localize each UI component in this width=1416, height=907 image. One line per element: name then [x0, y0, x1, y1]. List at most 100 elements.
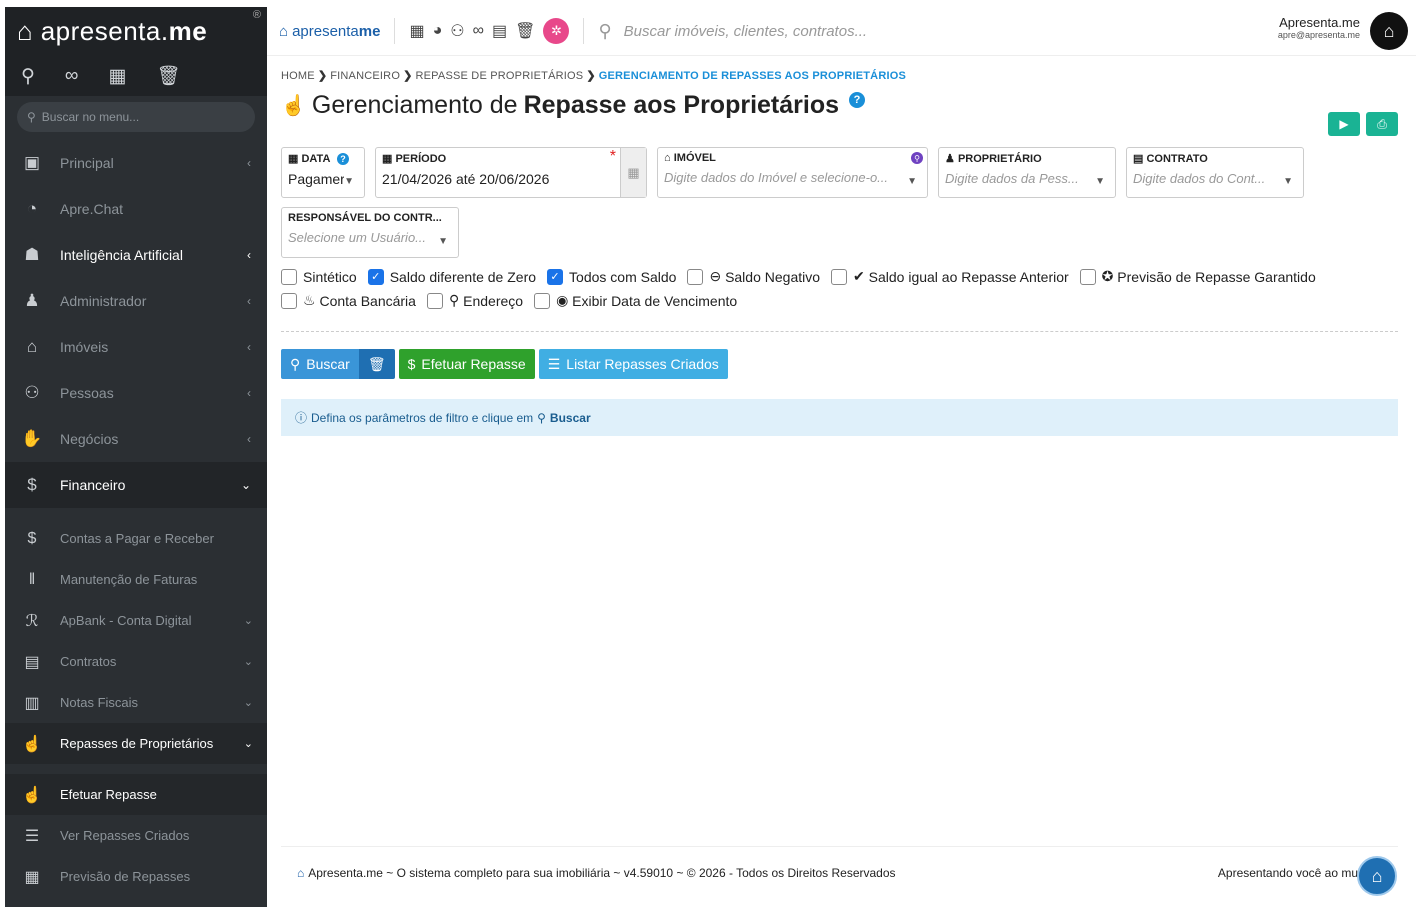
- sidebar-subitem-faturas[interactable]: ‖ Manutenção de Faturas: [5, 559, 267, 600]
- caret-down-icon: ▼: [438, 236, 448, 247]
- buscar-label: Buscar: [306, 356, 350, 372]
- sidebar-item-ia[interactable]: ☗ Inteligência Artificial ‹: [5, 232, 267, 278]
- data-label: DATA: [301, 153, 330, 165]
- info-buscar-link[interactable]: Buscar: [550, 411, 591, 425]
- calendar-icon[interactable]: ▦: [620, 148, 646, 197]
- trash-icon[interactable]: 🗑: [515, 21, 535, 41]
- user-icon: ♟: [945, 153, 955, 165]
- breadcrumb-financeiro[interactable]: FINANCEIRO: [330, 70, 400, 82]
- contract-icon: ▤: [1133, 153, 1144, 165]
- sidebar-item-label: Apre.Chat: [60, 201, 124, 217]
- checkbox-box[interactable]: [687, 268, 704, 285]
- page-actions: ▶ ⎙: [1328, 112, 1398, 136]
- check-icon[interactable]: ✓: [547, 268, 564, 285]
- calendar-icon[interactable]: ▤: [492, 21, 507, 41]
- sidebar-subitem-efetuar-repasse[interactable]: ☝ Efetuar Repasse: [5, 774, 267, 815]
- help-icon[interactable]: ?: [849, 91, 866, 108]
- sidebar-subitem-previsao[interactable]: ▦ Previsão de Repasses: [5, 856, 267, 897]
- periodo-field[interactable]: ▦ PERÍODO * 21/04/2026 até 20/06/2026 ▦: [375, 147, 647, 198]
- user-info[interactable]: Apresenta.me apre@apresenta.me: [1278, 15, 1360, 40]
- topbar-logo[interactable]: ⌂ apresentame: [279, 23, 380, 40]
- contract-icon: ▤: [24, 653, 40, 671]
- breadcrumb-repasse[interactable]: REPASSE DE PROPRIETÁRIOS: [416, 70, 584, 82]
- breadcrumb-home[interactable]: HOME: [281, 70, 315, 82]
- grid-icon[interactable]: ▦: [409, 21, 424, 41]
- menu-search-input[interactable]: ⚲ Buscar no menu...: [17, 102, 255, 132]
- sidebar-subitem-apbank[interactable]: ℛ ApBank - Conta Digital ⌄: [5, 600, 267, 641]
- saldo-diferente-zero-checkbox[interactable]: ✓ Saldo diferente de Zero: [367, 268, 536, 285]
- info-alert: ⓘ Defina os parâmetros de filtro e cliqu…: [281, 399, 1398, 436]
- saldo-igual-anterior-checkbox[interactable]: ✔ Saldo igual ao Repasse Anterior: [831, 268, 1069, 285]
- hand-coin-icon: ☝: [281, 95, 306, 117]
- sidebar-subitem-label: Previsão de Repasses: [60, 869, 191, 884]
- search-icon[interactable]: ⚲: [21, 65, 35, 88]
- chat-icon[interactable]: ◕: [433, 22, 443, 40]
- proprietario-field[interactable]: ♟ PROPRIETÁRIO Digite dados da Pess... ▼: [938, 147, 1116, 198]
- listar-repasses-button[interactable]: ☰ Listar Repasses Criados: [538, 349, 728, 379]
- saldo-negativo-checkbox[interactable]: ⊖ Saldo Negativo: [687, 268, 820, 285]
- search-icon: ⚲: [290, 355, 301, 372]
- sidebar-subitem-repasses[interactable]: ☝ Repasses de Proprietários ⌄: [5, 723, 267, 764]
- chevron-down-icon: ⌄: [243, 615, 253, 627]
- periodo-label: PERÍODO: [395, 153, 447, 165]
- dollar-icon: $: [407, 356, 416, 372]
- checkbox-box[interactable]: [281, 292, 297, 309]
- endereco-checkbox[interactable]: ⚲ Endereço: [426, 292, 523, 309]
- help-icon[interactable]: ?: [337, 153, 350, 165]
- clear-button[interactable]: 🗑: [358, 349, 395, 379]
- previsao-garantido-checkbox[interactable]: ✪ Previsão de Repasse Garantido: [1079, 268, 1316, 285]
- sidebar-subitem-label: Notas Fiscais: [60, 695, 139, 710]
- checkbox-box[interactable]: [281, 268, 297, 285]
- sidebar-subitem-ver-repasses[interactable]: ☰ Ver Repasses Criados: [5, 815, 267, 856]
- responsavel-label: RESPONSÁVEL DO CONTR...: [288, 212, 442, 224]
- sidebar-subitem-contas[interactable]: $ Contas a Pagar e Receber: [5, 518, 267, 559]
- home-logo-icon: ⌂: [279, 22, 289, 40]
- filter-row-1: ▦ DATA ? Pagamer ▼ ▦ PERÍODO * 21/04/202…: [281, 147, 1304, 198]
- info-text: Defina os parâmetros de filtro e clique …: [311, 410, 534, 425]
- sidebar-logo[interactable]: ⌂ apresenta.me ®: [5, 7, 267, 56]
- calendar-icon[interactable]: ▦: [108, 65, 126, 88]
- search-icon[interactable]: ⚲: [911, 152, 923, 164]
- checkbox-box[interactable]: [534, 292, 551, 309]
- checkbox-box[interactable]: [1079, 268, 1096, 285]
- link-icon[interactable]: ∞: [473, 22, 484, 40]
- action-buttons: ⚲ Buscar 🗑 $ Efetuar Repasse ☰ Listar Repas…: [281, 349, 728, 379]
- check-icon[interactable]: ✓: [367, 268, 384, 285]
- efetuar-repasse-button[interactable]: $ Efetuar Repasse: [398, 349, 535, 379]
- sidebar-item-aprechat[interactable]: ◔ Apre.Chat: [5, 186, 267, 232]
- sidebar-item-label: Imóveis: [60, 339, 109, 355]
- buscar-button[interactable]: ⚲ Buscar: [281, 349, 359, 379]
- imovel-field[interactable]: ⌂ IMÓVEL ⚲ Digite dados do Imóvel e sele…: [657, 147, 928, 198]
- sidebar-item-administrador[interactable]: ♟ Administrador ‹: [5, 278, 267, 324]
- contrato-field[interactable]: ▤ CONTRATO Digite dados do Cont... ▼: [1126, 147, 1304, 198]
- sidebar-item-negocios[interactable]: ✋ Negócios ‹: [5, 416, 267, 462]
- checkbox-box[interactable]: [426, 292, 443, 309]
- global-search-input[interactable]: ⚲ Buscar imóveis, clientes, contratos...: [598, 21, 867, 42]
- exibir-vencimento-checkbox[interactable]: ◉ Exibir Data de Vencimento: [534, 292, 737, 309]
- data-select[interactable]: ▦ DATA ? Pagamer ▼: [281, 147, 365, 198]
- sidebar-item-financeiro[interactable]: $ Financeiro ⌄: [5, 462, 267, 508]
- avatar[interactable]: ⌂: [1370, 12, 1408, 50]
- print-button[interactable]: ⎙: [1366, 112, 1398, 136]
- floating-home-button[interactable]: ⌂: [1357, 856, 1397, 896]
- award-icon: ✪: [1101, 268, 1114, 284]
- sintetico-checkbox[interactable]: Sintético: [281, 268, 357, 285]
- sidebar-subitem-notas[interactable]: ▥ Notas Fiscais ⌄: [5, 682, 267, 723]
- sparkle-icon[interactable]: ✲: [543, 18, 570, 44]
- todos-com-saldo-checkbox[interactable]: ✓ Todos com Saldo: [547, 268, 676, 285]
- youtube-button[interactable]: ▶: [1328, 112, 1360, 136]
- home-icon: ⌂: [26, 337, 38, 356]
- sidebar-item-principal[interactable]: ▣ Principal ‹: [5, 140, 267, 186]
- page-title-prefix: Gerenciamento de: [311, 91, 518, 119]
- sidebar-item-pessoas[interactable]: ⚇ Pessoas ‹: [5, 370, 267, 416]
- users-icon[interactable]: ⚇: [450, 21, 464, 41]
- conta-bancaria-checkbox[interactable]: ♨ Conta Bancária: [281, 292, 416, 309]
- sidebar-subitem-contratos[interactable]: ▤ Contratos ⌄: [5, 641, 267, 682]
- checkbox-box[interactable]: [831, 268, 848, 285]
- options-row-2: ♨ Conta Bancária ⚲ Endereço ◉ Exibir Dat…: [281, 292, 748, 309]
- link-icon[interactable]: ∞: [65, 65, 79, 87]
- responsavel-field[interactable]: RESPONSÁVEL DO CONTR... Selecione um Usu…: [281, 207, 459, 258]
- footer: ⌂ Apresenta.me ~ O sistema completo para …: [281, 846, 1398, 898]
- sidebar-item-imoveis[interactable]: ⌂ Imóveis ‹: [5, 324, 267, 370]
- trash-icon[interactable]: 🗑: [156, 64, 180, 88]
